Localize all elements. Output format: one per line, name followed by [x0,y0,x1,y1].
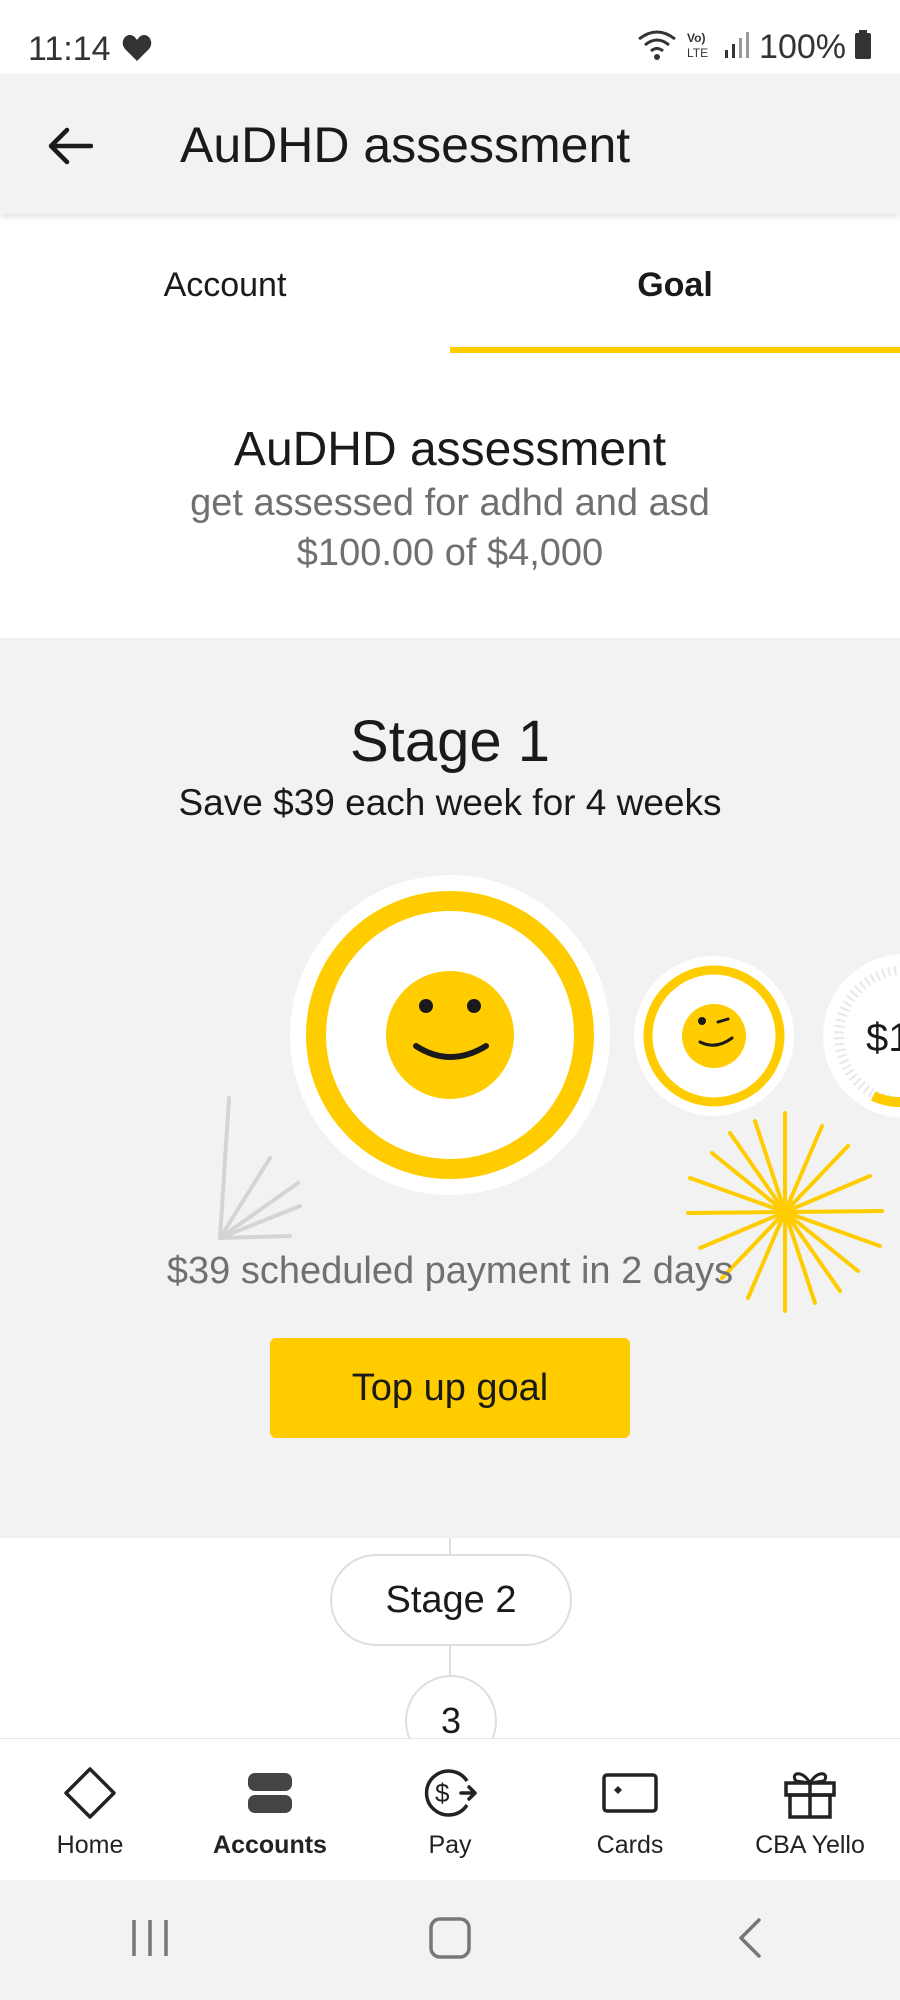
system-navigation [0,1880,900,2000]
tab-goal[interactable]: Goal [450,266,900,305]
grey-burst-icon [218,1096,302,1240]
wifi-icon [637,29,677,66]
gift-icon [782,1765,838,1821]
system-home-button[interactable] [390,1900,510,1980]
tab-account[interactable]: Account [0,266,450,305]
accounts-icon [246,1765,294,1821]
card-icon [602,1765,658,1821]
battery-percent: 100% [759,28,846,66]
nav-pay-label: Pay [428,1831,472,1859]
nav-cba-yello-label: CBA Yello [755,1831,865,1859]
svg-text:Vo): Vo) [687,31,705,45]
status-icons: Vo) LTE 100% [637,28,872,67]
stage-timeline: Stage 2 3 [0,1538,900,1767]
diamond-home-icon [62,1765,118,1821]
nav-home-label: Home [56,1831,124,1859]
scheduled-payment-text: $39 scheduled payment in 2 days [166,1250,734,1292]
goal-name: AuDHD assessment [233,423,667,476]
app-bar: AuDHD assessment [0,74,900,214]
arrow-left-icon [47,126,94,171]
nav-cards[interactable]: Cards [540,1739,720,1881]
goal-description: get assessed for adhd and asd [190,482,710,524]
nav-cba-yello[interactable]: CBA Yello [720,1739,900,1881]
nav-home[interactable]: Home [0,1739,180,1881]
home-icon [428,1916,472,1965]
goal-progress: $100.00 of $4,000 [296,532,604,574]
signal-icon [723,30,751,65]
battery-icon [854,30,872,65]
svg-text:LTE: LTE [687,46,708,60]
goal-header: AuDHD assessment get assessed for adhd a… [0,354,900,638]
nav-accounts[interactable]: Accounts [180,1739,360,1881]
recents-button[interactable] [90,1900,210,1980]
stage-2-pill[interactable]: Stage 2 [330,1554,572,1646]
winking-coin-icon [634,956,794,1116]
nav-pay[interactable]: $ Pay [360,1739,540,1881]
volte-icon: Vo) LTE [685,29,715,66]
tab-indicator [450,347,900,353]
page-title: AuDHD assessment [180,117,631,173]
nav-accounts-label: Accounts [213,1831,327,1859]
top-up-goal-button[interactable]: Top up goal [270,1338,630,1438]
bottom-navigation: Home Accounts $ Pay Cards CBA Yello [0,1738,900,1881]
stage-panel: Stage 1 Save $39 each week for 4 weeks $… [0,638,900,1538]
back-button[interactable] [34,118,106,178]
smiley-coin-icon [290,875,610,1195]
system-back-button[interactable] [690,1900,810,1980]
nav-cards-label: Cards [596,1831,664,1859]
status-bar: 11:14 Vo) LTE 100% [0,0,900,74]
back-icon [735,1916,765,1965]
status-time: 11:14 [28,30,111,68]
next-coin-amount: $1 [866,1016,900,1060]
tab-bar: Account Goal [0,214,900,354]
svg-text:$: $ [435,1778,450,1808]
pay-icon: $ [421,1765,479,1821]
recents-icon [128,1918,172,1963]
heart-icon [122,34,152,67]
